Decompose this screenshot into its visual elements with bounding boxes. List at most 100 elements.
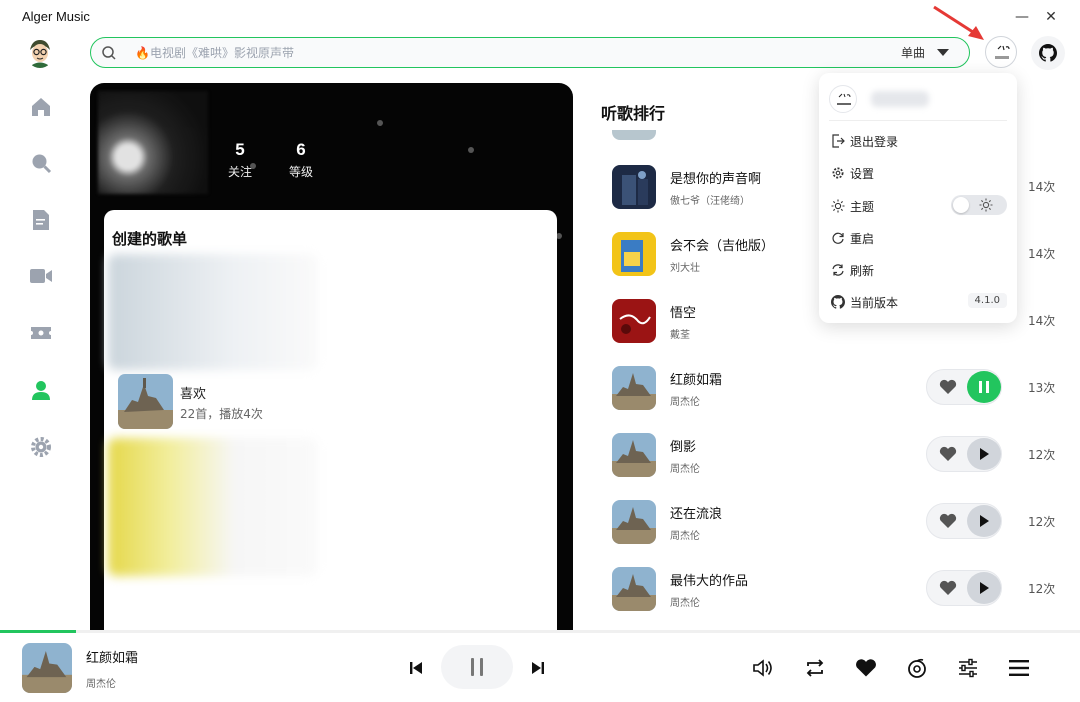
song-artist: 周杰伦 [670, 531, 700, 542]
search-input[interactable] [135, 43, 895, 63]
playlist-name: 喜欢 [180, 387, 207, 402]
play-icon [980, 582, 989, 594]
sidebar-item-tickets[interactable] [28, 320, 54, 346]
song-name: 还在流浪 [670, 507, 723, 522]
search-type-select[interactable]: 单曲 [901, 44, 949, 61]
song-artist: 戴荃 [670, 330, 690, 341]
gear-icon [31, 437, 51, 457]
playlist-cover [118, 374, 173, 429]
heart-icon[interactable] [939, 379, 957, 395]
theme-toggle[interactable] [951, 195, 1007, 215]
player-bar: 红颜如霜 周杰伦 [0, 633, 1080, 702]
next-track-button[interactable] [528, 658, 548, 678]
menu-item-settings[interactable]: 设置 [831, 162, 1007, 184]
skip-next-icon [532, 662, 544, 674]
user-profile-panel: 5 关注 6 等级 创建的歌单 喜欢 22首，播放4次 [90, 83, 573, 631]
heart-icon[interactable] [939, 580, 957, 596]
blurred-playlist[interactable] [108, 254, 318, 370]
song-cover [612, 232, 656, 276]
menu-label: 刷新 [850, 263, 875, 278]
song-controls [926, 570, 1002, 606]
volume-button[interactable] [750, 655, 776, 681]
blurred-playlist[interactable] [108, 438, 318, 576]
song-controls [926, 503, 1002, 539]
play-button[interactable] [967, 505, 1001, 537]
toggle-knob [953, 197, 969, 213]
menu-item-refresh[interactable]: 刷新 [831, 259, 1007, 281]
user-avatar-button[interactable] [985, 36, 1017, 68]
following-stat[interactable]: 5 关注 [220, 140, 260, 180]
sun-icon [831, 199, 845, 213]
song-artist: 周杰伦 [670, 598, 700, 609]
pause-button[interactable] [967, 371, 1001, 403]
sidebar-item-video[interactable] [28, 263, 54, 289]
search-bar[interactable]: 单曲 [90, 37, 970, 68]
ranking-row[interactable]: 红颜如霜 周杰伦 13次 [600, 359, 1080, 417]
version-badge: 4.1.0 [967, 293, 1007, 308]
heart-icon[interactable] [939, 513, 957, 529]
song-artist: 刘大壮 [670, 263, 700, 274]
close-button[interactable]: ✕ [1042, 8, 1060, 26]
play-count: 14次 [1028, 247, 1056, 261]
red-arrow-annotation [933, 5, 984, 40]
like-button[interactable] [853, 655, 879, 681]
song-cover [612, 165, 656, 209]
playlist-item-liked[interactable]: 喜欢 22首，播放4次 [118, 374, 263, 429]
minimize-button[interactable]: — [1013, 8, 1031, 26]
previous-track-button[interactable] [406, 658, 426, 678]
github-button[interactable] [1031, 36, 1065, 70]
chevron-down-icon [937, 49, 949, 56]
play-pause-button[interactable] [441, 645, 513, 689]
sidebar-item-home[interactable] [28, 94, 54, 120]
menu-item-theme[interactable]: 主题 [831, 195, 1007, 217]
ranking-row[interactable]: 倒影 周杰伦 12次 [600, 426, 1080, 484]
level-stat: 6 等级 [281, 140, 321, 180]
song-name: 倒影 [670, 440, 697, 455]
menu-item-logout[interactable]: 退出登录 [831, 130, 1007, 152]
created-playlists-title: 创建的歌单 [112, 230, 188, 248]
now-playing-title: 红颜如霜 [86, 651, 139, 666]
app-logo-avatar[interactable] [26, 38, 54, 68]
menu-item-version[interactable]: 当前版本 4.1.0 [831, 291, 1007, 313]
ranking-row[interactable]: 还在流浪 周杰伦 12次 [600, 493, 1080, 551]
level-label: 等级 [288, 165, 313, 179]
ranking-row[interactable]: 最伟大的作品 周杰伦 12次 [600, 560, 1080, 618]
song-name: 是想你的声音啊 [670, 172, 762, 187]
user-icon [32, 381, 50, 400]
pause-icon [471, 658, 483, 676]
menu-label: 退出登录 [850, 134, 899, 149]
menu-avatar [829, 85, 857, 113]
restart-icon [832, 232, 844, 244]
home-icon [32, 98, 50, 116]
song-controls [926, 369, 1002, 405]
menu-label: 当前版本 [850, 295, 899, 310]
logout-icon [832, 134, 845, 148]
sliders-icon [959, 658, 977, 678]
following-count: 5 [235, 140, 245, 159]
equalizer-button[interactable] [955, 655, 981, 681]
sidebar-item-settings[interactable] [28, 434, 54, 460]
menu-label: 重启 [850, 231, 875, 246]
repeat-mode-button[interactable] [802, 655, 828, 681]
play-button[interactable] [967, 572, 1001, 604]
song-name: 红颜如霜 [670, 373, 723, 388]
song-cover [612, 433, 656, 477]
lyrics-button[interactable] [904, 655, 930, 681]
volume-icon [753, 659, 772, 677]
pause-icon [979, 381, 989, 393]
song-cover [612, 500, 656, 544]
song-cover [612, 567, 656, 611]
menu-item-restart[interactable]: 重启 [831, 227, 1007, 249]
sidebar-item-search[interactable] [28, 150, 54, 176]
playlist-queue-button[interactable] [1006, 655, 1032, 681]
play-button[interactable] [967, 438, 1001, 470]
menu-username-blurred [871, 91, 929, 107]
listening-ranking-title: 听歌排行 [601, 104, 666, 123]
sidebar-item-user[interactable] [28, 377, 54, 403]
document-icon [33, 210, 49, 230]
heart-icon[interactable] [939, 446, 957, 462]
sidebar-item-list[interactable] [28, 207, 54, 233]
now-playing-cover[interactable] [22, 643, 72, 693]
skip-previous-icon [410, 662, 422, 674]
heart-icon [856, 659, 876, 677]
